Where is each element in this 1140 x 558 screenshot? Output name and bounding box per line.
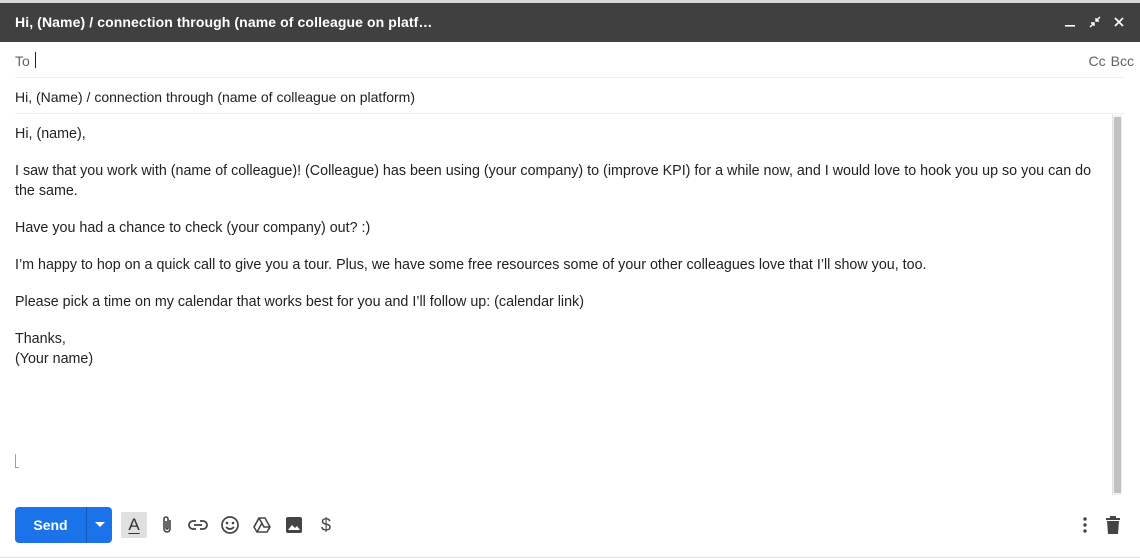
to-input[interactable] [37,49,1037,71]
drive-icon[interactable] [249,512,275,538]
message-body[interactable]: Hi, (name), I saw that you work with (na… [15,115,1108,495]
body-paragraph: Have you had a chance to check (your com… [15,220,371,236]
body-signoff: Thanks, [15,331,66,347]
cc-link[interactable]: Cc [1089,53,1106,69]
resize-handle[interactable] [15,454,19,468]
compose-title: Hi, (Name) / connection through (name of… [15,14,433,30]
exit-fullscreen-icon[interactable] [1084,11,1106,33]
compose-window: Hi, (Name) / connection through (name of… [0,3,1140,558]
subject-field[interactable]: Hi, (Name) / connection through (name of… [15,89,415,105]
discard-draft-icon[interactable] [1100,512,1126,538]
body-greeting: Hi, (name), [15,126,86,142]
compose-toolbar: Send A $ [0,504,1140,548]
more-options-icon[interactable] [1072,512,1098,538]
to-row: To Cc Bcc [15,42,1134,78]
send-options-icon[interactable] [86,507,112,543]
body-scrollbar[interactable] [1112,115,1122,495]
subject-row[interactable]: Hi, (Name) / connection through (name of… [15,78,1125,114]
formatting-options-icon[interactable]: A [121,512,147,538]
body-paragraph: I’m happy to hop on a quick call to give… [15,257,927,273]
bcc-link[interactable]: Bcc [1111,53,1134,69]
money-label: $ [320,514,331,535]
send-button-group: Send [15,507,112,543]
link-icon[interactable] [185,512,211,538]
money-icon[interactable]: $ [313,512,339,538]
scrollbar-thumb[interactable] [1114,117,1121,493]
send-button[interactable]: Send [15,507,86,543]
emoji-icon[interactable] [217,512,243,538]
to-label: To [15,53,30,69]
compose-header[interactable]: Hi, (Name) / connection through (name of… [0,3,1140,42]
close-icon[interactable] [1108,11,1130,33]
formatting-options-label: A [128,515,140,534]
text-cursor [35,52,36,68]
attach-icon[interactable] [154,512,180,538]
body-paragraph: Please pick a time on my calendar that w… [15,294,584,310]
cc-bcc-links: Cc Bcc [1089,53,1134,69]
body-paragraph: I saw that you work with (name of collea… [15,163,1092,199]
body-signature: (Your name) [15,351,94,367]
photo-icon[interactable] [281,512,307,538]
minimize-icon[interactable] [1059,11,1081,33]
